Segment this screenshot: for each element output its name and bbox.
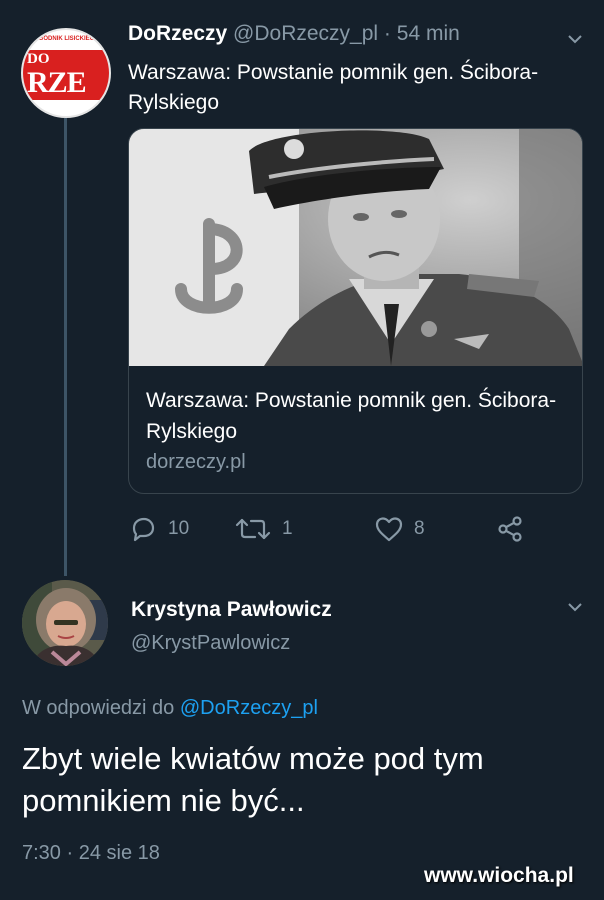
tweet1-separator: · (383, 22, 391, 45)
tweet2-timestamp[interactable]: 7:30 · 24 sie 18 (22, 842, 160, 865)
avatar-small-text: TYGODNIK LISICKIEGO (31, 36, 100, 42)
tweet2-text: Zbyt wiele kwiatów może pod tym pomnikie… (22, 741, 484, 818)
tweet1-actions: 10 1 8 (128, 512, 558, 546)
avatar-logo-line2: RZE (27, 66, 87, 99)
thread-connector-line (64, 118, 67, 576)
chevron-down-icon[interactable] (566, 598, 584, 616)
reply-count: 10 (168, 518, 190, 539)
retweet-icon (235, 518, 271, 540)
reply-prefix: W odpowiedzi do (22, 697, 175, 719)
reply-icon (132, 517, 155, 542)
chevron-down-icon[interactable] (566, 30, 584, 48)
card-image[interactable] (129, 129, 582, 366)
link-preview-card[interactable]: Warszawa: Powstanie pomnik gen. Ścibora-… (128, 128, 583, 494)
avatar-dorzeczy[interactable]: TYGODNIK LISICKIEGO DO RZE (21, 28, 111, 118)
card-title[interactable]: Warszawa: Powstanie pomnik gen. Ścibora-… (146, 385, 566, 447)
tweet1-text: Warszawa: Powstanie pomnik gen. Ścibora-… (128, 61, 539, 114)
tweet1-display-name[interactable]: DoRzeczy (128, 22, 227, 45)
reply-context: W odpowiedzi do @DoRzeczy_pl (22, 697, 318, 720)
reply-to-link[interactable]: @DoRzeczy_pl (180, 697, 318, 719)
reply-button[interactable]: 10 (128, 512, 189, 546)
tweet1-header: DoRzeczy @DoRzeczy_pl · 54 min (128, 22, 460, 46)
retweet-count: 1 (282, 518, 293, 539)
avatar-photo (22, 580, 108, 666)
like-count: 8 (414, 518, 425, 539)
share-button[interactable] (496, 512, 536, 546)
tweet2-handle[interactable]: @KrystPawlowicz (131, 632, 290, 655)
watermark: www.wiocha.pl (424, 864, 574, 887)
like-button[interactable]: 8 (374, 512, 425, 546)
card-photo-general (129, 129, 582, 366)
retweet-button[interactable]: 1 (234, 512, 293, 546)
like-icon (375, 517, 403, 542)
tweet1-handle[interactable]: @DoRzeczy_pl (233, 22, 378, 45)
card-domain[interactable]: dorzeczy.pl (146, 451, 246, 474)
share-icon (498, 516, 522, 542)
avatar-krystpawlowicz[interactable] (22, 580, 108, 666)
tweet2-display-name[interactable]: Krystyna Pawłowicz (131, 598, 332, 622)
tweet1-time[interactable]: 54 min (397, 22, 460, 45)
